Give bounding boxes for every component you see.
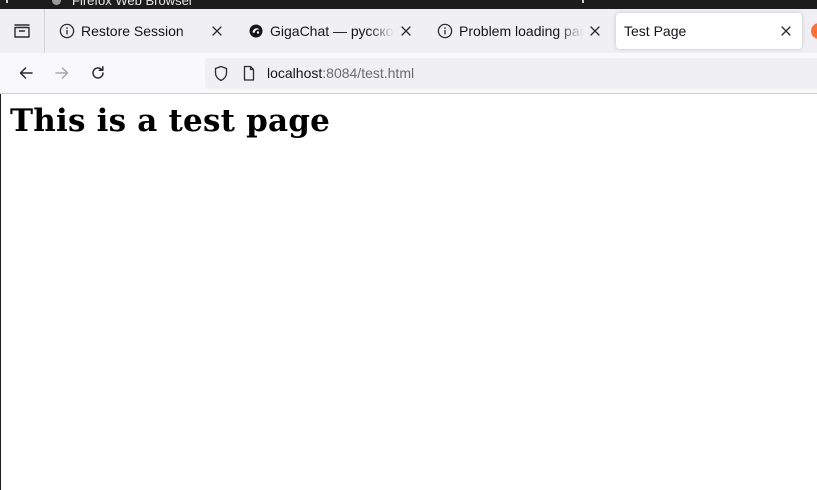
url-bar[interactable]: localhost:8084/test.html bbox=[205, 58, 817, 89]
close-icon bbox=[590, 26, 600, 36]
close-tab-button[interactable] bbox=[583, 19, 607, 43]
page-content: This is a test page bbox=[1, 94, 817, 490]
close-tab-button[interactable] bbox=[774, 19, 798, 43]
info-icon bbox=[59, 23, 75, 39]
arrow-left-icon bbox=[19, 67, 33, 79]
tab-gigachat[interactable]: GigaChat — русскоязычная нейросеть bbox=[236, 13, 422, 49]
tracking-protection-shield-icon[interactable] bbox=[213, 65, 229, 82]
os-indicator bbox=[6, 0, 8, 3]
info-icon bbox=[437, 23, 453, 39]
navigation-toolbar: localhost:8084/test.html bbox=[0, 53, 817, 94]
url-host: localhost bbox=[267, 65, 323, 81]
os-window-title: Firefox Web Browser bbox=[72, 0, 194, 8]
tab-test-page[interactable]: Test Page bbox=[616, 13, 802, 49]
os-indicator bbox=[582, 0, 584, 3]
arrow-right-icon bbox=[55, 67, 69, 79]
tab-partially-visible[interactable] bbox=[807, 13, 817, 49]
url-text[interactable]: localhost:8084/test.html bbox=[267, 65, 414, 81]
close-icon bbox=[212, 26, 222, 36]
reload-icon bbox=[92, 66, 104, 79]
url-path: :8084/test.html bbox=[322, 65, 415, 81]
tab-problem-loading[interactable]: Problem loading page bbox=[425, 13, 611, 49]
tab-label: Problem loading page bbox=[459, 23, 583, 39]
os-top-bar: Firefox Web Browser bbox=[0, 0, 817, 9]
tab-list-icon bbox=[14, 24, 30, 38]
firefox-favicon bbox=[811, 23, 817, 39]
tab-bar: Restore Session GigaChat — русскоязычная… bbox=[0, 9, 817, 53]
reload-button[interactable] bbox=[82, 57, 114, 89]
page-info-icon[interactable] bbox=[241, 65, 257, 82]
tab-label: Test Page bbox=[624, 23, 687, 39]
app-indicator-dot bbox=[52, 0, 61, 5]
close-tab-button[interactable] bbox=[394, 19, 418, 43]
back-button[interactable] bbox=[10, 57, 42, 89]
tab-restore-session[interactable]: Restore Session bbox=[47, 13, 233, 49]
tab-separator bbox=[44, 9, 45, 53]
list-all-tabs-button[interactable] bbox=[1, 13, 43, 49]
close-icon bbox=[401, 26, 411, 36]
forward-button[interactable] bbox=[46, 57, 78, 89]
page-heading: This is a test page bbox=[10, 103, 331, 139]
close-tab-button[interactable] bbox=[205, 19, 229, 43]
gigachat-favicon bbox=[248, 23, 264, 39]
tab-label: Restore Session bbox=[81, 23, 184, 39]
close-icon bbox=[781, 26, 791, 36]
tab-label: GigaChat — русскоязычная нейросеть bbox=[270, 23, 394, 39]
